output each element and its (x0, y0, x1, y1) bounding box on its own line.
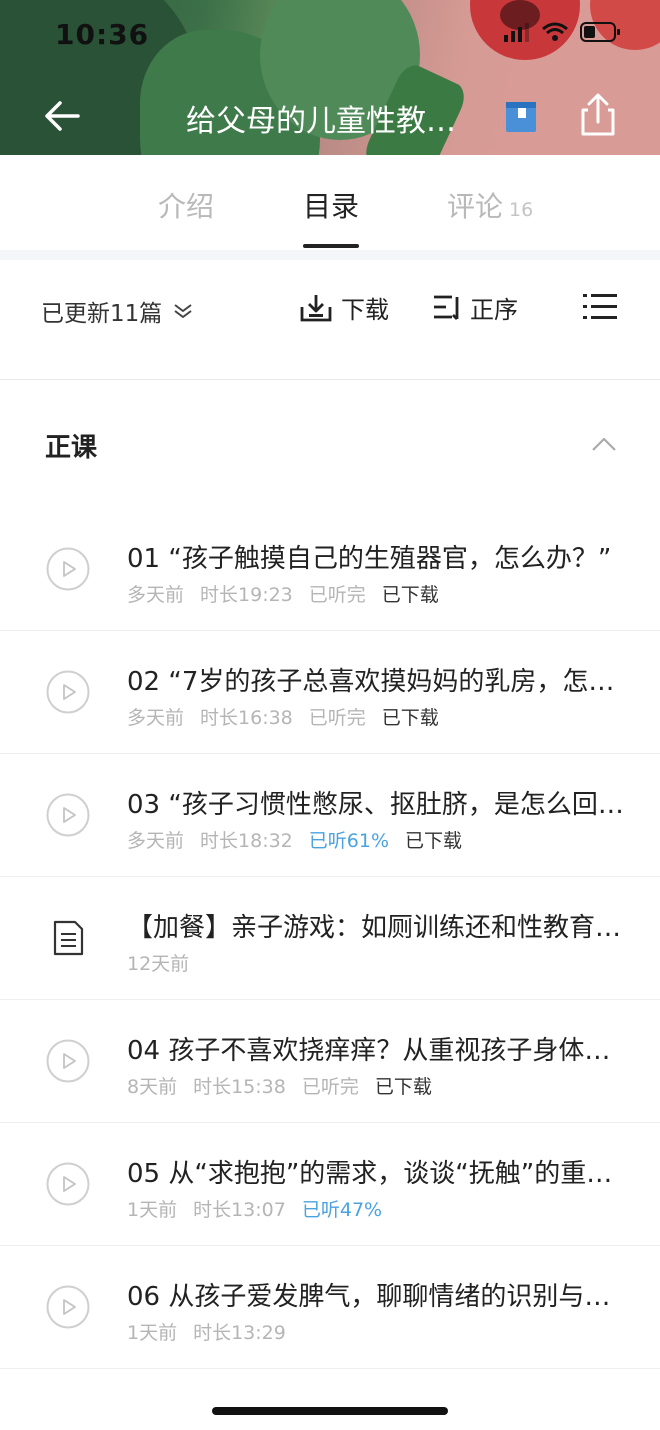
tab-comments-label: 评论 (447, 190, 504, 223)
collapse-button[interactable] (590, 434, 618, 454)
double-chevron-down-icon (174, 304, 192, 318)
lesson-duration: 时长13:07 (193, 1199, 286, 1221)
comment-count-badge: 16 (509, 199, 534, 221)
download-button[interactable]: 下载 (299, 290, 389, 325)
lesson-item[interactable]: 03 “孩子习惯性憋尿、抠肚脐，是怎么回事？” 多天前 时长18:32 已听61… (0, 754, 660, 877)
tab-intro[interactable]: 介绍 (158, 185, 214, 225)
lesson-date: 多天前 (127, 830, 185, 852)
lesson-title: 04 孩子不喜欢挠痒痒？从重视孩子身体感受开始 (127, 1036, 627, 1066)
lesson-meta: 8天前 时长15:38 已听完 已下载 (127, 1072, 432, 1099)
nav-bar: 给父母的儿童性教育：孩子的性，家长的事 (0, 70, 660, 155)
back-button[interactable] (40, 94, 84, 138)
lesson-date: 1天前 (127, 1199, 178, 1221)
lesson-meta: 多天前 时长19:23 已听完 已下载 (127, 580, 439, 607)
share-icon (581, 93, 615, 136)
lesson-meta: 多天前 时长16:38 已听完 已下载 (127, 703, 439, 730)
download-status: 已下载 (405, 830, 463, 852)
lesson-duration: 时长13:29 (193, 1322, 286, 1344)
lesson-meta: 1天前 时长13:29 (127, 1318, 286, 1345)
battery-icon (580, 22, 620, 46)
lesson-title: 01 “孩子触摸自己的生殖器官，怎么办？” (127, 544, 612, 574)
lesson-date: 1天前 (127, 1322, 178, 1344)
lesson-date: 多天前 (127, 707, 185, 729)
lesson-meta: 1天前 时长13:07 已听47% (127, 1195, 382, 1222)
wifi-icon (542, 22, 568, 46)
tab-catalog[interactable]: 目录 (303, 185, 359, 225)
lesson-title: 03 “孩子习惯性憋尿、抠肚脐，是怎么回事？” (127, 790, 627, 820)
lesson-item[interactable]: 05 从“求抱抱”的需求，谈谈“抚触”的重要性 1天前 时长13:07 已听47… (0, 1123, 660, 1246)
lesson-duration: 时长15:38 (193, 1076, 286, 1098)
sort-icon (434, 295, 459, 320)
download-status: 已下载 (381, 707, 439, 729)
lesson-item[interactable]: 02 “7岁的孩子总喜欢摸妈妈的乳房，怎么办？” 多天前 时长16:38 已听完… (0, 631, 660, 754)
page-title: 给父母的儿童性教育：孩子的性，家长的事 (186, 104, 476, 139)
sort-label: 正序 (470, 296, 518, 324)
lesson-duration: 时长16:38 (200, 707, 293, 729)
lesson-title: 05 从“求抱抱”的需求，谈谈“抚触”的重要性 (127, 1159, 627, 1189)
lesson-meta: 多天前 时长18:32 已听61% 已下载 (127, 826, 462, 853)
play-icon[interactable] (46, 547, 90, 591)
section-header[interactable]: 正课 (0, 380, 660, 505)
lesson-item[interactable]: 06 从孩子爱发脾气，聊聊情绪的识别与表达 1天前 时长13:29 (0, 1246, 660, 1369)
lesson-date: 多天前 (127, 584, 185, 606)
active-tab-indicator (303, 244, 359, 248)
arrow-left-icon (45, 101, 80, 131)
status-bar: 10:36 (0, 0, 660, 70)
updated-count-dropdown[interactable]: 已更新11篇 (41, 294, 194, 328)
catalog-toolbar: 已更新11篇 下载 正序 (0, 260, 660, 380)
lesson-title: 06 从孩子爱发脾气，聊聊情绪的识别与表达 (127, 1282, 627, 1312)
document-icon[interactable] (46, 916, 90, 960)
lesson-progress: 已听47% (301, 1199, 383, 1221)
download-icon (300, 294, 332, 321)
header-cover-image: 10:36 给父母的儿童性教育 (0, 0, 660, 155)
lesson-date: 8天前 (127, 1076, 178, 1098)
lesson-duration: 时长18:32 (200, 830, 293, 852)
lesson-date: 12天前 (127, 953, 190, 975)
download-status: 已下载 (381, 584, 439, 606)
lesson-progress: 已听61% (308, 830, 390, 852)
lesson-title: 02 “7岁的孩子总喜欢摸妈妈的乳房，怎么办？” (127, 667, 627, 697)
list-view-button[interactable] (583, 293, 617, 321)
play-icon[interactable] (46, 1039, 90, 1083)
lesson-meta: 12天前 (127, 949, 189, 976)
lesson-duration: 时长19:23 (200, 584, 293, 606)
tab-intro-label: 介绍 (158, 190, 215, 223)
lesson-progress: 已听完 (308, 707, 366, 729)
lesson-list: 01 “孩子触摸自己的生殖器官，怎么办？” 多天前 时长19:23 已听完 已下… (0, 508, 660, 1369)
updated-count-label: 已更新11篇 (41, 301, 163, 327)
list-icon (583, 294, 617, 319)
lesson-progress: 已听完 (308, 584, 366, 606)
lesson-title: 【加餐】亲子游戏：如厕训练还和性教育有关？ (127, 913, 627, 943)
play-icon[interactable] (46, 793, 90, 837)
download-label: 下载 (341, 296, 389, 324)
share-button[interactable] (578, 92, 618, 138)
tab-bar: 介绍 目录 评论 16 (0, 155, 660, 250)
signal-icon (504, 22, 530, 46)
play-icon[interactable] (46, 670, 90, 714)
divider (0, 250, 660, 260)
tab-catalog-label: 目录 (303, 190, 360, 223)
lesson-progress: 已听完 (301, 1076, 359, 1098)
lesson-item[interactable]: 【加餐】亲子游戏：如厕训练还和性教育有关？ 12天前 (0, 877, 660, 1000)
sort-button[interactable]: 正序 (432, 290, 518, 325)
lesson-item[interactable]: 04 孩子不喜欢挠痒痒？从重视孩子身体感受开始 8天前 时长15:38 已听完 … (0, 1000, 660, 1123)
bookshelf-icon (506, 102, 536, 132)
play-icon[interactable] (46, 1285, 90, 1329)
status-time: 10:36 (55, 18, 150, 51)
download-status: 已下载 (374, 1076, 432, 1098)
play-icon[interactable] (46, 1162, 90, 1206)
section-title: 正课 (45, 433, 98, 463)
bookshelf-button[interactable] (502, 94, 542, 138)
tab-comments[interactable]: 评论 16 (447, 185, 533, 225)
chevron-up-icon (592, 437, 616, 451)
lesson-item[interactable]: 01 “孩子触摸自己的生殖器官，怎么办？” 多天前 时长19:23 已听完 已下… (0, 508, 660, 631)
home-indicator (212, 1407, 448, 1415)
